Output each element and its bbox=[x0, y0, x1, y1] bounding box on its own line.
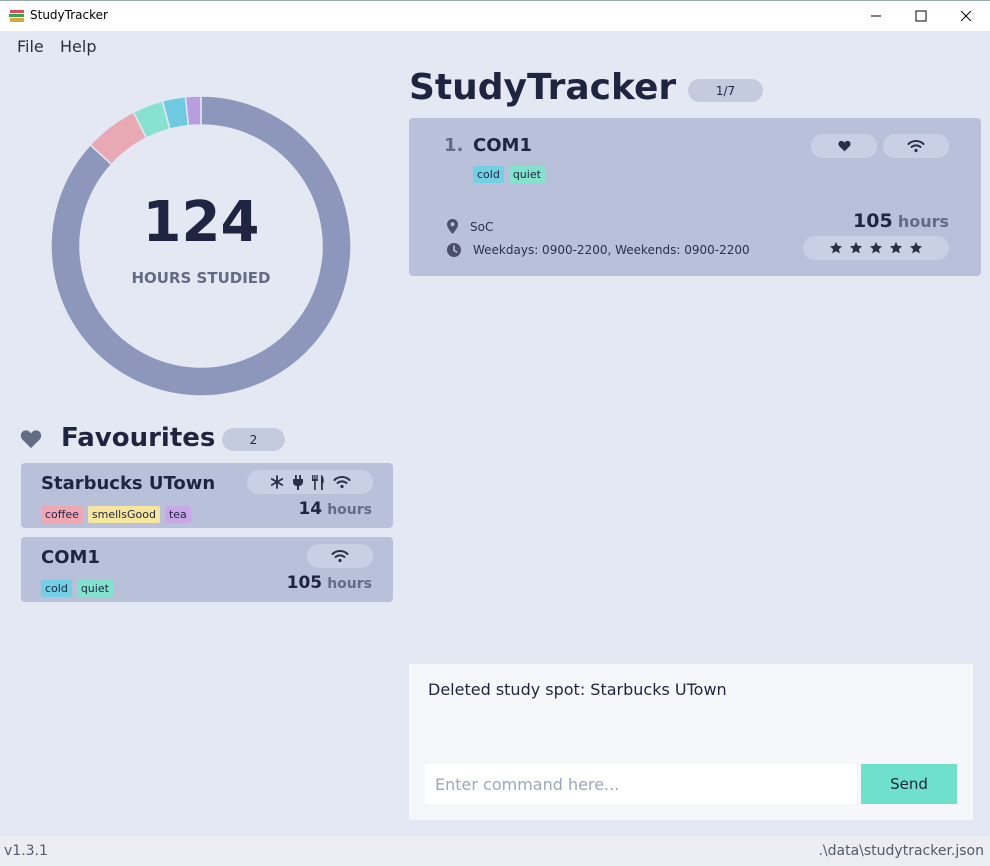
send-button[interactable]: Send bbox=[861, 764, 957, 804]
spot-tags: cold quiet bbox=[473, 163, 550, 183]
window-title: StudyTracker bbox=[30, 8, 108, 22]
favourites-count-badge: 2 bbox=[222, 428, 285, 451]
menu-file[interactable]: File bbox=[17, 37, 44, 56]
tag-cold: cold bbox=[473, 166, 504, 183]
close-button[interactable] bbox=[943, 1, 989, 31]
snowflake-icon bbox=[270, 475, 283, 489]
plug-icon bbox=[292, 474, 303, 490]
command-input[interactable] bbox=[425, 764, 857, 804]
hours-unit: hours bbox=[897, 212, 949, 231]
menu-help[interactable]: Help bbox=[60, 37, 96, 56]
total-hours-value: 124 bbox=[142, 190, 260, 255]
spot-hours: 105 hours bbox=[853, 210, 949, 232]
spot-index: 1. bbox=[444, 135, 464, 156]
favourite-hours: 105 hours bbox=[287, 573, 372, 593]
rating-stars bbox=[803, 236, 949, 260]
spot-name: COM1 bbox=[473, 135, 532, 156]
favourite-card[interactable]: COM1 cold quiet 105 hours bbox=[21, 537, 393, 602]
page-indicator-badge: 1/7 bbox=[688, 79, 763, 102]
tag-tea: tea bbox=[164, 506, 191, 523]
data-file-path: .\data\studytracker.json bbox=[818, 843, 984, 859]
wifi-icon bbox=[333, 476, 350, 489]
book-stack-icon bbox=[9, 10, 24, 22]
wifi-icon bbox=[331, 550, 349, 563]
favourite-hours: 14 hours bbox=[298, 499, 372, 519]
favourite-name: COM1 bbox=[41, 547, 100, 568]
maximize-button[interactable] bbox=[898, 1, 944, 31]
utensils-icon bbox=[311, 474, 324, 490]
minimize-button[interactable] bbox=[853, 1, 899, 31]
hours-value: 105 bbox=[286, 573, 323, 593]
tag-cold: cold bbox=[41, 580, 72, 597]
star-icon bbox=[829, 241, 843, 254]
location-row: SoC bbox=[447, 219, 493, 234]
spot-location: SoC bbox=[470, 219, 494, 234]
command-panel: Deleted study spot: Starbucks UTown Send bbox=[409, 664, 973, 820]
heart-icon bbox=[837, 140, 851, 152]
tag-quiet: quiet bbox=[508, 166, 545, 183]
favourites-title: Favourites bbox=[61, 423, 216, 453]
page-title: StudyTracker bbox=[409, 67, 677, 108]
heart-icon bbox=[20, 430, 42, 449]
favourite-tags: coffee smellsGood tea bbox=[41, 503, 196, 523]
star-icon bbox=[909, 241, 923, 254]
title-bar: StudyTracker bbox=[0, 0, 990, 31]
menu-bar: File Help bbox=[0, 31, 990, 61]
star-icon bbox=[869, 241, 883, 254]
version-label: v1.3.1 bbox=[4, 843, 48, 859]
favourite-toggle-pill[interactable] bbox=[811, 134, 877, 158]
location-pin-icon bbox=[447, 219, 458, 234]
total-hours-label: HOURS STUDIED bbox=[131, 269, 271, 287]
amenities-pill bbox=[883, 134, 949, 158]
maximize-icon bbox=[915, 10, 927, 22]
minimize-icon bbox=[871, 15, 881, 17]
hours-value: 105 bbox=[853, 210, 893, 232]
status-bar: v1.3.1 .\data\studytracker.json bbox=[0, 836, 990, 866]
close-icon bbox=[960, 10, 972, 22]
favourite-tags: cold quiet bbox=[41, 577, 118, 597]
clock-icon bbox=[447, 243, 461, 257]
wifi-icon bbox=[907, 140, 925, 153]
star-icon bbox=[849, 241, 863, 254]
favourite-name: Starbucks UTown bbox=[41, 473, 216, 494]
hours-unit: hours bbox=[327, 576, 372, 592]
amenities-pill bbox=[247, 470, 373, 494]
star-icon bbox=[889, 241, 903, 254]
study-spot-card[interactable]: 1. COM1 cold quiet SoC Weekdays: 0900-220… bbox=[409, 118, 981, 276]
hours-value: 14 bbox=[298, 499, 323, 519]
result-message: Deleted study spot: Starbucks UTown bbox=[428, 680, 727, 699]
tag-smellsgood: smellsGood bbox=[87, 506, 160, 523]
tag-coffee: coffee bbox=[41, 506, 83, 523]
favourite-card[interactable]: Starbucks UTown coffee smellsGood tea 14 h… bbox=[21, 463, 393, 528]
hours-donut-chart: 124 HOURS STUDIED bbox=[50, 95, 352, 397]
hours-unit: hours bbox=[327, 502, 372, 518]
spot-opening-hours: Weekdays: 0900-2200, Weekends: 0900-2200 bbox=[473, 243, 750, 257]
tag-quiet: quiet bbox=[76, 580, 113, 597]
amenities-pill bbox=[307, 544, 373, 568]
opening-hours-row: Weekdays: 0900-2200, Weekends: 0900-2200 bbox=[447, 243, 750, 257]
